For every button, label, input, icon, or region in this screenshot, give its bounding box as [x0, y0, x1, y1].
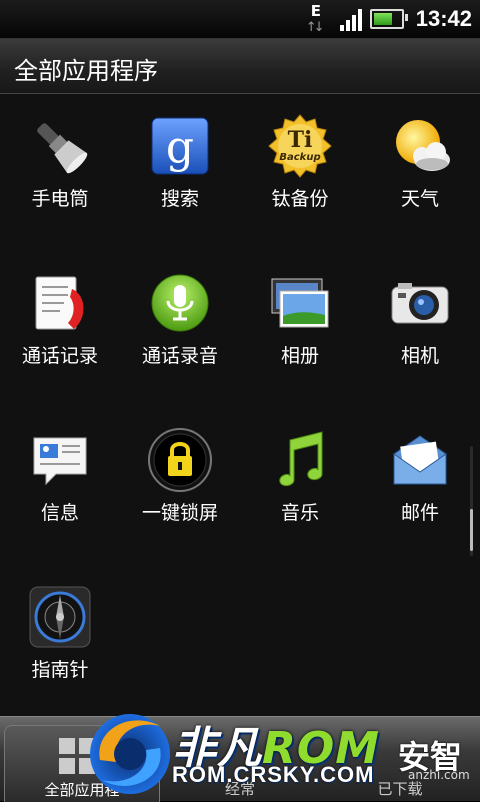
svg-text:Ti: Ti	[288, 127, 313, 153]
app-label: 搜索	[160, 188, 199, 210]
anzhi-watermark: 安智 anzhi.com	[380, 732, 476, 788]
app-search[interactable]: g 搜索	[120, 94, 240, 244]
tab-label: 经常	[224, 780, 255, 798]
app-grid: 手电筒 g 搜索 Ti Backup 钛备份 天气 通话记录 通话录音 相册 相…	[0, 94, 480, 716]
app-label: 邮件	[400, 502, 439, 524]
app-label: 相册	[280, 345, 319, 367]
tab-label: 全部应用程	[44, 781, 120, 799]
app-label: 钛备份	[271, 188, 329, 210]
clock: 13:42	[415, 6, 472, 31]
app-label: 信息	[40, 502, 79, 524]
app-lock-screen[interactable]: 一键锁屏	[120, 408, 240, 558]
app-label: 通话记录	[21, 345, 98, 367]
status-bar: E ↑↓ 13:42	[0, 0, 480, 39]
network-indicator: E ↑↓	[306, 2, 332, 36]
app-label: 音乐	[280, 502, 319, 524]
tab-all-apps[interactable]: 全部应用程	[4, 725, 160, 802]
anzhi-url: anzhi.com	[408, 768, 470, 782]
music-icon	[270, 430, 330, 490]
signal-bar	[345, 20, 350, 31]
app-mail[interactable]: 邮件	[360, 408, 480, 558]
app-flashlight[interactable]: 手电筒	[0, 94, 120, 244]
app-label: 指南针	[31, 659, 89, 681]
battery-icon	[369, 9, 408, 29]
scrollbar-thumb[interactable]	[470, 509, 473, 551]
app-compass[interactable]: 指南针	[0, 565, 120, 715]
app-camera[interactable]: 相机	[360, 251, 480, 401]
svg-text:Backup: Backup	[279, 152, 320, 163]
app-weather[interactable]: 天气	[360, 94, 480, 244]
flashlight-icon	[30, 116, 90, 176]
signal-bar	[351, 15, 356, 31]
gallery-icon	[270, 273, 330, 333]
app-gallery[interactable]: 相册	[240, 251, 360, 401]
app-label: 一键锁屏	[141, 502, 218, 524]
app-messages[interactable]: 信息	[0, 408, 120, 558]
signal-bar	[339, 25, 344, 31]
titanium-backup-icon: Ti Backup	[268, 114, 332, 178]
app-label: 通话录音	[141, 345, 218, 367]
app-call-recorder[interactable]: 通话录音	[120, 251, 240, 401]
call-log-icon	[30, 273, 90, 333]
data-arrows-icon: ↑↓	[305, 20, 325, 35]
compass-icon	[29, 586, 91, 648]
network-type: E	[310, 2, 321, 20]
weather-icon	[390, 116, 450, 176]
app-music[interactable]: 音乐	[240, 408, 360, 558]
all-apps-icon	[57, 736, 97, 776]
signal-bar	[357, 9, 362, 31]
page-title: 全部应用程序	[14, 57, 158, 85]
signal-strength-icon	[339, 7, 362, 31]
app-titanium-backup[interactable]: Ti Backup 钛备份	[240, 94, 360, 244]
camera-icon	[390, 273, 450, 333]
svg-text:g: g	[166, 122, 194, 173]
app-label: 天气	[400, 188, 439, 210]
lock-screen-icon	[148, 428, 212, 492]
battery-level	[373, 13, 392, 25]
title-bar: 全部应用程序	[0, 39, 480, 94]
app-label: 手电筒	[31, 188, 89, 210]
google-search-icon: g	[150, 116, 210, 176]
app-call-log[interactable]: 通话记录	[0, 251, 120, 401]
messages-icon	[30, 430, 90, 490]
call-recorder-icon	[150, 273, 210, 333]
app-label: 相机	[400, 345, 439, 367]
tab-frequent[interactable]: 经常	[160, 725, 320, 801]
mail-icon	[390, 430, 450, 490]
